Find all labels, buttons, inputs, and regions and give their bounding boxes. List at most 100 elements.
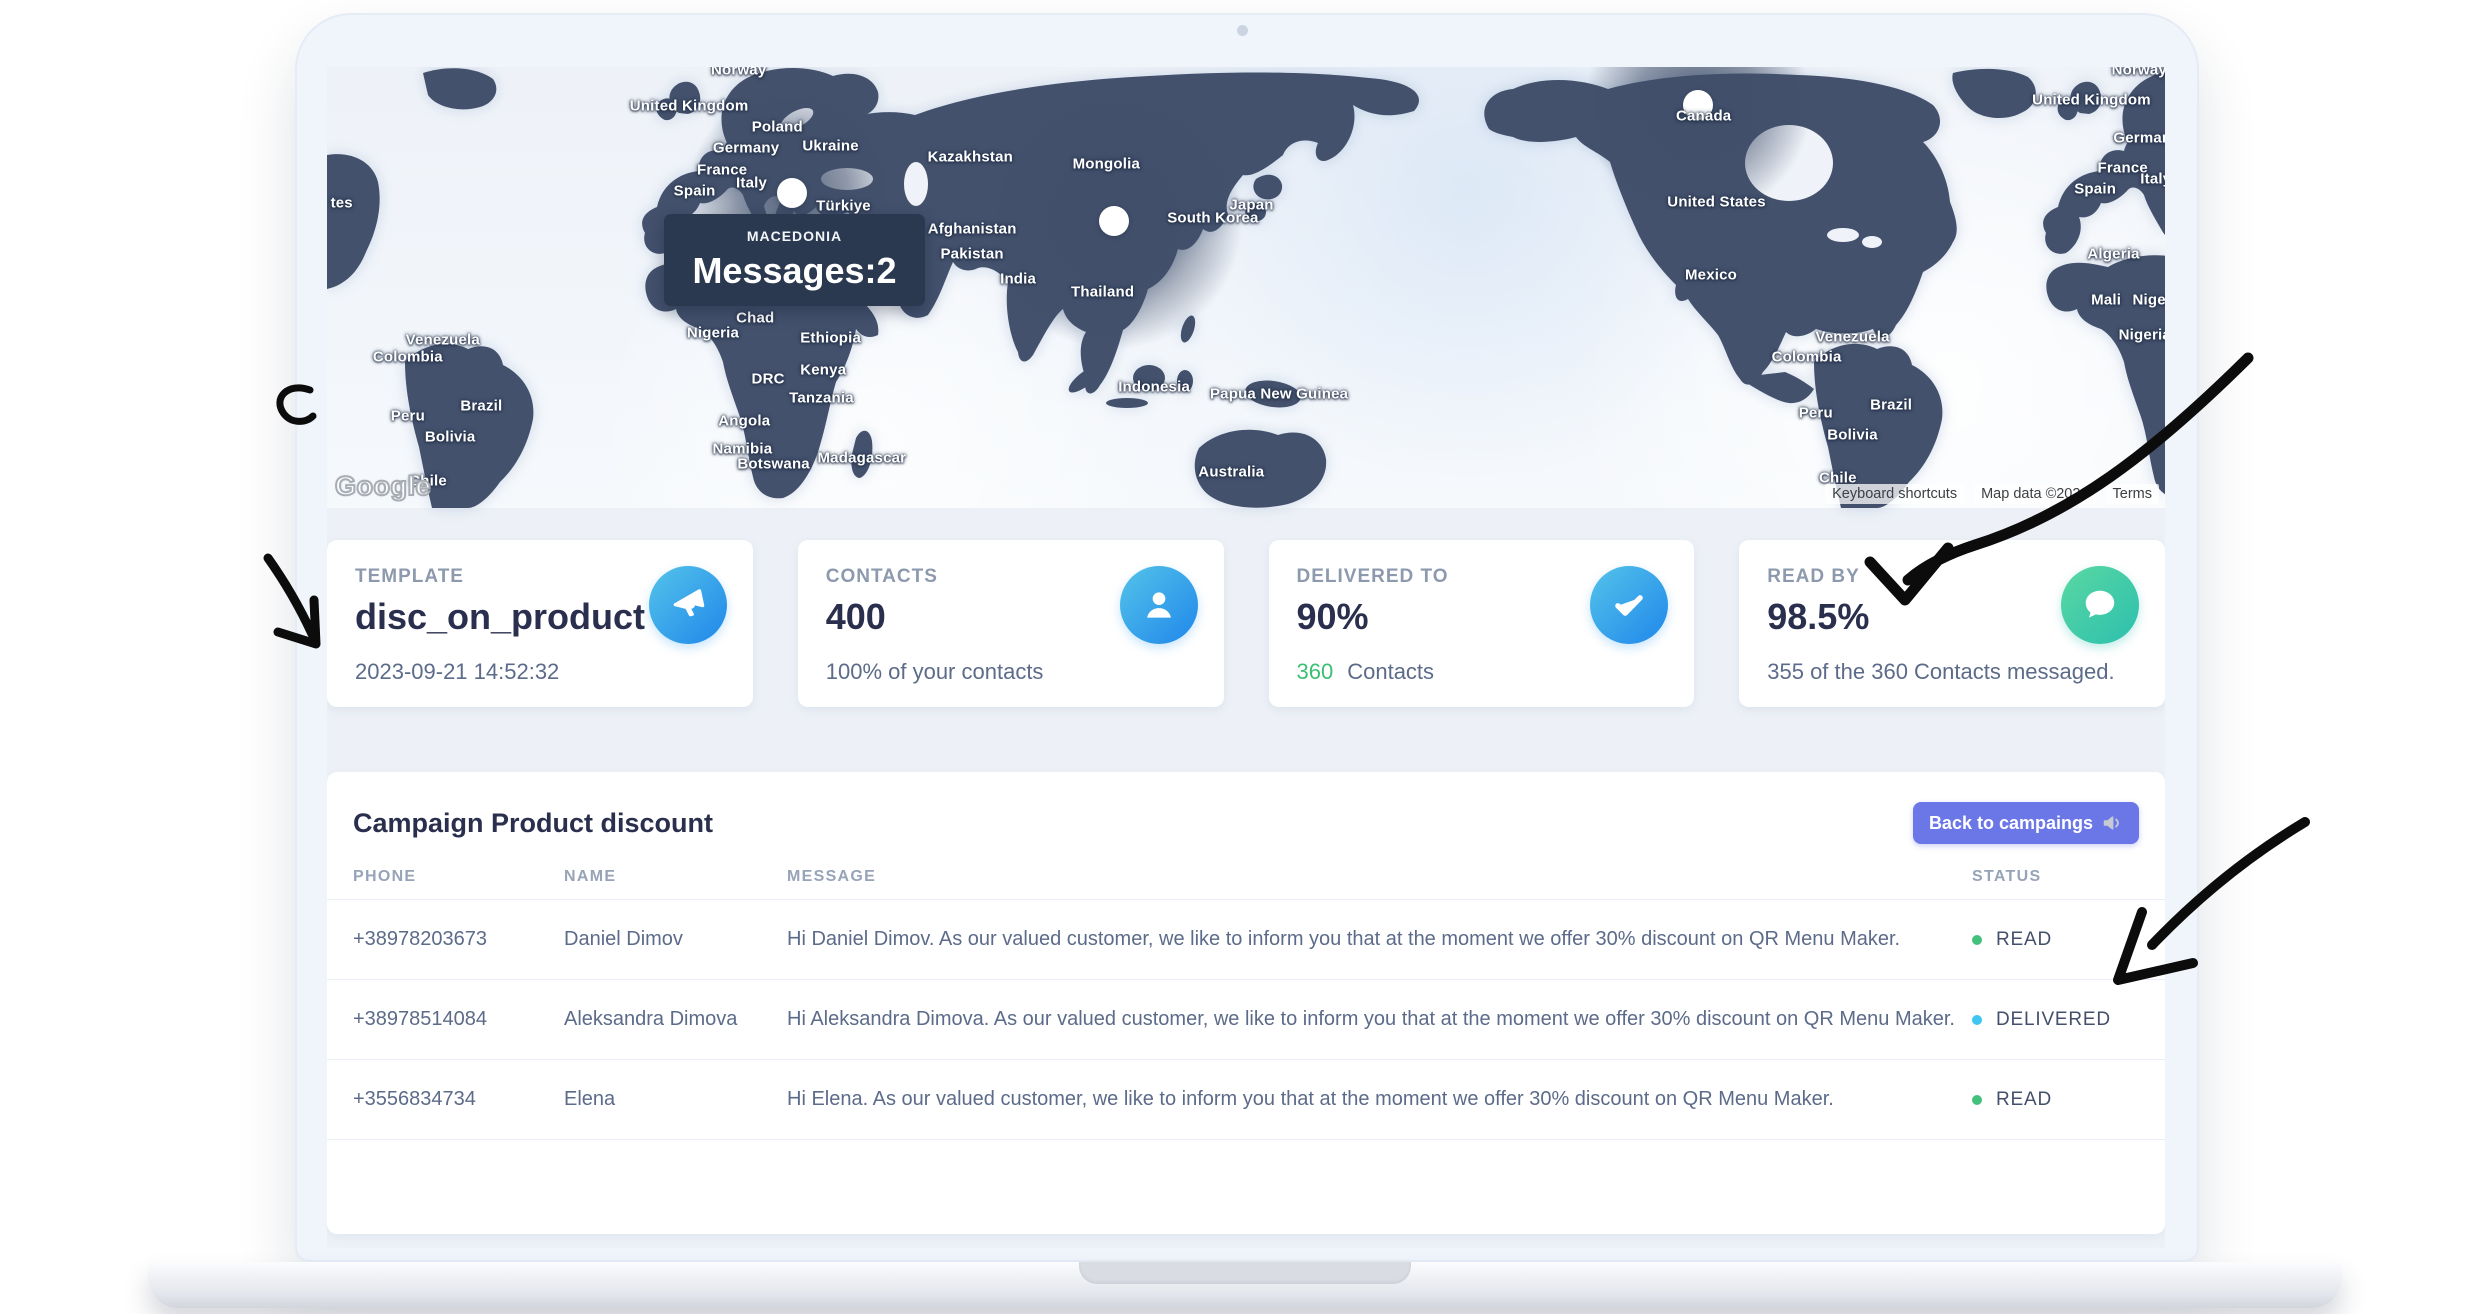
laptop-base-notch: [1079, 1262, 1411, 1284]
laptop-mockup: Norway United Kingdom Poland Germany Ukr…: [295, 13, 2199, 1262]
header-phone: PHONE: [353, 868, 564, 886]
map-country-label: Colombia: [1772, 349, 1842, 366]
status-dot-icon: [1972, 1095, 1982, 1105]
google-logo: Google: [335, 471, 431, 502]
keyboard-shortcuts-link[interactable]: Keyboard shortcuts: [1825, 484, 1964, 504]
map-marker-macedonia[interactable]: [777, 178, 807, 208]
map-country-label: United States: [1667, 193, 1765, 210]
map-landmasses: [327, 67, 2165, 508]
map-country-label: Madagascar: [817, 450, 906, 467]
stat-card-template: TEMPLATE disc_on_product 2023-09-21 14:5…: [327, 540, 753, 707]
map-country-label: Venezuela: [406, 331, 480, 348]
tooltip-country: MACEDONIA: [747, 228, 842, 244]
page: Norway United Kingdom Poland Germany Ukr…: [0, 0, 2490, 1314]
map-country-label: Italy: [2140, 171, 2165, 188]
cell-phone: +38978203673: [353, 928, 564, 951]
cell-status: READ: [1972, 929, 2165, 951]
laptop-base: [148, 1262, 2342, 1308]
cell-status: DELIVERED: [1972, 1009, 2165, 1031]
back-button-label: Back to campaings: [1929, 813, 2093, 834]
map-country-label: Afghanistan: [928, 220, 1017, 237]
map-country-label: Ukraine: [802, 137, 858, 154]
campaign-title: Campaign Product discount: [353, 808, 713, 839]
world-map[interactable]: Norway United Kingdom Poland Germany Ukr…: [327, 67, 2165, 508]
map-country-label: Poland: [752, 118, 803, 135]
campaign-panel: Campaign Product discount Back to campai…: [327, 772, 2165, 1234]
cell-status: READ: [1972, 1089, 2165, 1111]
map-country-label: India: [1000, 271, 1036, 288]
status-label: DELIVERED: [1996, 1009, 2111, 1031]
map-country-label: Mongolia: [1073, 156, 1140, 173]
map-country-label: Brazil: [460, 398, 502, 415]
map-country-label: Nigeria: [687, 324, 739, 341]
map-country-label: Papua New Guinea: [1210, 385, 1348, 402]
terms-link[interactable]: Terms: [2106, 484, 2159, 504]
chat-bubble-icon: [2061, 566, 2139, 644]
table-header-row: PHONE NAME MESSAGE STATUS: [327, 854, 2165, 900]
map-attribution: Keyboard shortcuts Map data ©2023 Terms: [1825, 484, 2159, 504]
laptop-screen: Norway United Kingdom Poland Germany Ukr…: [327, 67, 2165, 1248]
table-row[interactable]: +3556834734 Elena Hi Elena. As our value…: [327, 1060, 2165, 1140]
map-country-label: Spain: [2074, 181, 2116, 198]
map-country-label: Norway: [2112, 67, 2165, 79]
header-status: STATUS: [1972, 868, 2165, 886]
table-row[interactable]: +38978203673 Daniel Dimov Hi Daniel Dimo…: [327, 900, 2165, 980]
table-row[interactable]: +38978514084 Aleksandra Dimova Hi Aleksa…: [327, 980, 2165, 1060]
map-country-label: Türkiye: [816, 197, 871, 214]
map-data-copyright: Map data ©2023: [1974, 484, 2095, 504]
map-country-label: Venezuela: [1815, 328, 1889, 345]
cell-message: Hi Aleksandra Dimova. As our valued cust…: [787, 1008, 1972, 1031]
map-country-label: Italy: [736, 174, 767, 191]
map-country-label: Angola: [718, 413, 770, 430]
megaphone-icon: [649, 566, 727, 644]
map-country-label: United Kingdom: [2032, 92, 2151, 109]
map-country-label: Australia: [1198, 463, 1264, 480]
map-country-label: Ethiopia: [800, 330, 861, 347]
map-country-label: Thailand: [1071, 283, 1134, 300]
map-country-label: Indonesia: [1118, 379, 1190, 396]
header-name: NAME: [564, 868, 787, 886]
back-to-campaigns-button[interactable]: Back to campaings: [1913, 802, 2139, 844]
map-country-label: Canada: [1676, 107, 1731, 124]
map-country-label: Brazil: [1870, 396, 1912, 413]
webcam-dot-icon: [1237, 25, 1248, 36]
cell-message: Hi Elena. As our valued customer, we lik…: [787, 1088, 1972, 1111]
map-country-label: Botswana: [737, 455, 809, 472]
campaign-header: Campaign Product discount Back to campai…: [327, 772, 2165, 854]
cell-name: Aleksandra Dimova: [564, 1008, 787, 1031]
map-country-label: Germany: [2113, 130, 2165, 147]
status-dot-icon: [1972, 935, 1982, 945]
map-country-label: Chad: [736, 309, 774, 326]
header-message: MESSAGE: [787, 868, 1972, 886]
map-country-label: Peru: [1799, 405, 1833, 422]
cell-message: Hi Daniel Dimov. As our valued customer,…: [787, 928, 1972, 951]
stat-subtext: 360Contacts: [1297, 659, 1435, 685]
status-label: READ: [1996, 929, 2052, 951]
map-country-label: Mexico: [1685, 267, 1737, 284]
map-country-label: Mali: [2091, 291, 2121, 308]
status-dot-icon: [1972, 1015, 1982, 1025]
map-country-label: Algeria: [2087, 245, 2139, 262]
stat-card-delivered: DELIVERED TO 90% 360Contacts: [1269, 540, 1695, 707]
map-country-label: Norway: [711, 67, 766, 79]
map-country-label: Nigeria: [2119, 327, 2165, 344]
map-country-label: Bolivia: [1827, 426, 1878, 443]
map-country-label: Colombia: [373, 349, 443, 366]
stat-subtext: 355 of the 360 Contacts messaged.: [1767, 659, 2114, 685]
stat-card-read: READ BY 98.5% 355 of the 360 Contacts me…: [1739, 540, 2165, 707]
cell-name: Daniel Dimov: [564, 928, 787, 951]
map-marker-china[interactable]: [1099, 206, 1129, 236]
map-country-label: Tanzania: [789, 390, 854, 407]
map-country-label: Bolivia: [425, 428, 476, 445]
map-country-label: Peru: [391, 407, 425, 424]
cell-phone: +38978514084: [353, 1008, 564, 1031]
map-country-label: United Kingdom: [630, 97, 749, 114]
user-icon: [1120, 566, 1198, 644]
map-country-label: Germany: [713, 140, 779, 157]
delivered-count: 360: [1297, 659, 1334, 684]
megaphone-emoji-icon: [2101, 812, 2123, 834]
stat-card-contacts: CONTACTS 400 100% of your contacts: [798, 540, 1224, 707]
map-country-label: Kenya: [800, 361, 846, 378]
map-country-label: tes: [331, 194, 353, 211]
map-country-label: Niger: [2132, 291, 2165, 308]
